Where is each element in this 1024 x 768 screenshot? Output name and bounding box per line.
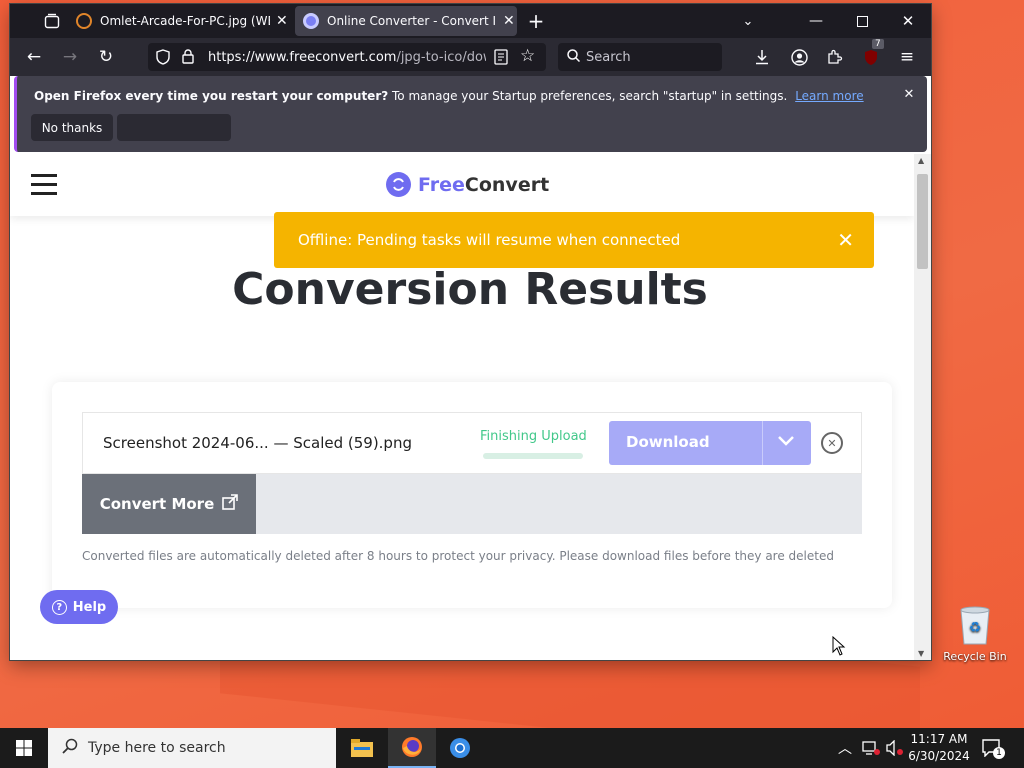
download-options-chevron-icon[interactable] bbox=[777, 435, 795, 451]
tab-title: Online Converter - Convert Imag bbox=[327, 14, 497, 28]
download-divider bbox=[762, 421, 763, 465]
freeconvert-favicon-icon bbox=[303, 13, 319, 29]
download-label: Download bbox=[626, 433, 710, 451]
scroll-down-icon[interactable]: ▼ bbox=[918, 649, 924, 658]
search-placeholder: Search bbox=[586, 49, 631, 65]
clock[interactable]: 11:17 AM 6/30/2024 bbox=[908, 731, 970, 765]
github-icon bbox=[76, 13, 92, 29]
chrome-taskbar-icon[interactable] bbox=[436, 728, 484, 768]
list-all-tabs-icon[interactable]: ⌄ bbox=[736, 9, 760, 33]
search-icon bbox=[62, 738, 78, 758]
file-row: Screenshot 2024-06... — Scaled (59).png … bbox=[82, 412, 862, 474]
tab-bar: Omlet-Arcade-For-PC.jpg (WEBP ✕ Online C… bbox=[10, 4, 931, 38]
search-icon bbox=[567, 48, 581, 66]
logo-text-convert: Convert bbox=[464, 173, 550, 196]
toast-close-icon[interactable]: ✕ bbox=[837, 228, 854, 252]
tab-overview-icon[interactable] bbox=[40, 9, 64, 33]
site-logo[interactable]: Free Convert bbox=[386, 172, 549, 197]
back-icon[interactable]: ← bbox=[22, 45, 46, 69]
upload-progress-bar bbox=[483, 453, 583, 459]
recycle-bin-label: Recycle Bin bbox=[943, 650, 1007, 663]
notification-message: Open Firefox every time you restart your… bbox=[34, 89, 864, 103]
notification-count-badge: 1 bbox=[993, 747, 1005, 759]
file-name: Screenshot 2024-06... — Scaled (59).png bbox=[103, 434, 412, 452]
new-tab-button[interactable]: + bbox=[524, 9, 548, 33]
clock-time: 11:17 AM bbox=[910, 732, 968, 746]
url-bar[interactable]: https://www.freeconvert.com/jpg-to-ico/d… bbox=[148, 43, 546, 71]
firefox-taskbar-icon[interactable] bbox=[388, 728, 436, 768]
mouse-cursor-icon bbox=[832, 635, 846, 660]
download-button[interactable]: Download bbox=[609, 421, 811, 465]
freeconvert-logo-icon bbox=[386, 172, 411, 197]
no-thanks-button[interactable]: No thanks bbox=[31, 114, 113, 141]
upload-status: Finishing Upload bbox=[480, 429, 587, 444]
file-explorer-icon[interactable] bbox=[338, 728, 386, 768]
convert-more-button[interactable]: Convert More bbox=[82, 474, 256, 534]
tab-online-converter[interactable]: Online Converter - Convert Imag ✕ bbox=[295, 6, 517, 36]
help-question-icon: ? bbox=[51, 599, 67, 615]
clock-date: 6/30/2024 bbox=[908, 749, 970, 763]
forward-icon[interactable]: → bbox=[58, 45, 82, 69]
nav-toolbar: ← → ↻ https://www.freeconvert.com/jpg-to… bbox=[10, 38, 931, 76]
privacy-note: Converted files are automatically delete… bbox=[82, 549, 834, 563]
web-page: Free Convert Conversion Results Offline: … bbox=[10, 154, 914, 660]
search-bar[interactable]: Search bbox=[558, 43, 722, 71]
notification-secondary-button[interactable] bbox=[117, 114, 231, 141]
remove-file-icon[interactable]: ✕ bbox=[821, 432, 843, 454]
url-text[interactable]: https://www.freeconvert.com/jpg-to-ico/d… bbox=[208, 50, 486, 65]
tab-omlet-arcade[interactable]: Omlet-Arcade-For-PC.jpg (WEBP ✕ bbox=[70, 6, 292, 36]
site-header: Free Convert bbox=[10, 154, 914, 216]
external-link-icon bbox=[222, 494, 239, 514]
network-icon[interactable] bbox=[862, 740, 880, 760]
startup-notification-bar: Open Firefox every time you restart your… bbox=[14, 76, 927, 152]
svg-text:♻: ♻ bbox=[969, 620, 982, 636]
taskbar-search-box[interactable]: Type here to search bbox=[48, 728, 336, 768]
menu-hamburger-icon[interactable]: ≡ bbox=[895, 45, 919, 69]
results-card: Screenshot 2024-06... — Scaled (59).png … bbox=[52, 382, 892, 608]
page-title: Conversion Results bbox=[232, 264, 708, 315]
tab-close-icon[interactable]: ✕ bbox=[276, 13, 288, 29]
extensions-puzzle-icon[interactable] bbox=[823, 45, 847, 69]
recycle-bin-icon: ♻ bbox=[957, 604, 993, 646]
learn-more-link[interactable]: Learn more bbox=[795, 89, 863, 103]
scroll-up-icon[interactable]: ▲ bbox=[918, 156, 924, 165]
tab-close-icon[interactable]: ✕ bbox=[503, 13, 515, 29]
action-center-icon[interactable]: 1 bbox=[982, 739, 1005, 761]
offline-toast: Offline: Pending tasks will resume when … bbox=[274, 212, 874, 268]
account-icon[interactable] bbox=[787, 45, 811, 69]
convert-more-label: Convert More bbox=[99, 495, 215, 513]
browser-window: Omlet-Arcade-For-PC.jpg (WEBP ✕ Online C… bbox=[10, 4, 931, 660]
logo-text-free: Free bbox=[418, 173, 465, 196]
scrollbar-thumb[interactable] bbox=[917, 174, 928, 269]
recycle-bin[interactable]: ♻ Recycle Bin bbox=[940, 604, 1010, 663]
reload-icon[interactable]: ↻ bbox=[94, 45, 118, 69]
minimize-button[interactable]: — bbox=[804, 9, 828, 33]
extension-badge: 7 bbox=[872, 39, 884, 49]
convert-more-row: Convert More bbox=[82, 474, 862, 534]
volume-muted-icon[interactable] bbox=[886, 739, 904, 760]
shield-icon[interactable] bbox=[156, 49, 170, 69]
bookmark-star-icon[interactable]: ☆ bbox=[520, 46, 535, 66]
help-button[interactable]: ? Help bbox=[40, 590, 118, 624]
tab-title: Omlet-Arcade-For-PC.jpg (WEBP bbox=[100, 14, 270, 28]
downloads-icon[interactable] bbox=[750, 45, 774, 69]
hamburger-menu-icon[interactable] bbox=[31, 174, 57, 195]
taskbar: Type here to search ︿ 11:17 AM 6/30/2024… bbox=[0, 728, 1024, 768]
show-hidden-icons-chevron-icon[interactable]: ︿ bbox=[838, 738, 852, 758]
close-window-button[interactable]: ✕ bbox=[896, 9, 920, 33]
help-label: Help bbox=[72, 599, 107, 615]
toast-message: Offline: Pending tasks will resume when … bbox=[298, 231, 681, 249]
ublock-extension-icon[interactable]: 7 bbox=[859, 39, 884, 69]
close-notification-icon[interactable]: ✕ bbox=[897, 82, 921, 106]
lock-icon[interactable] bbox=[182, 49, 194, 68]
maximize-button[interactable] bbox=[850, 9, 874, 33]
page-scrollbar[interactable]: ▲ ▼ bbox=[914, 154, 931, 660]
taskbar-search-placeholder: Type here to search bbox=[88, 740, 226, 756]
windows-start-icon[interactable] bbox=[0, 728, 48, 768]
reader-view-icon[interactable] bbox=[494, 49, 508, 69]
